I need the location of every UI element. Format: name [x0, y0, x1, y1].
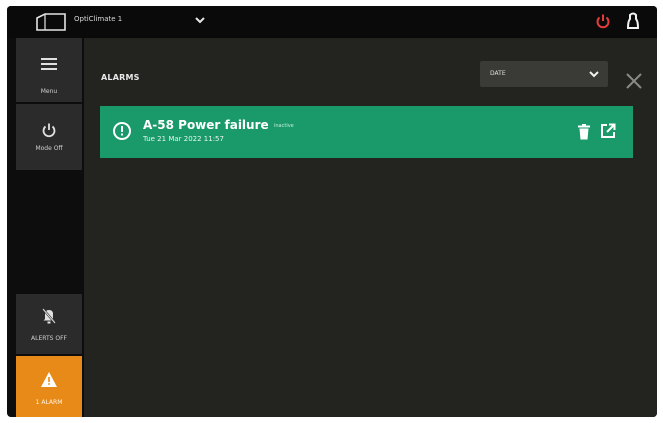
chevron-down-icon: [589, 71, 599, 78]
bell-off-icon: [42, 308, 56, 324]
hamburger-icon: [41, 58, 57, 70]
warning-icon: [41, 372, 57, 387]
alarm-button[interactable]: 1 ALARM: [16, 356, 82, 417]
open-external-icon[interactable]: [600, 123, 616, 139]
user-icon[interactable]: [626, 12, 640, 30]
sidebar: Menu Mode Off ALERTS OFF 1 ALARM: [16, 38, 82, 417]
alarm-label: 1 ALARM: [35, 399, 63, 406]
top-bar: OptiClimate 1: [7, 6, 657, 38]
alarm-list-item[interactable]: A-58 Power failure inactive Tue 21 Mar 2…: [100, 106, 633, 158]
device-screen: OptiClimate 1 Menu Mode Off ALERTS OFF 1…: [7, 6, 657, 417]
chevron-down-icon[interactable]: [194, 14, 206, 26]
alarm-title: A-58 Power failure: [143, 118, 269, 132]
mode-button[interactable]: Mode Off: [16, 104, 82, 170]
main-panel: ALARMS DATE A-58 Power failure inactive …: [84, 38, 657, 417]
alarm-status-tag: inactive: [274, 123, 294, 129]
trash-icon[interactable]: [578, 124, 590, 140]
menu-label: Menu: [40, 88, 58, 95]
alarm-date: Tue 21 Mar 2022 11:57: [143, 135, 224, 143]
alert-circle-icon: [113, 122, 131, 140]
page-title: ALARMS: [101, 73, 140, 82]
menu-button[interactable]: Menu: [16, 38, 82, 102]
home-icon[interactable]: [35, 12, 67, 32]
sort-select[interactable]: DATE: [480, 61, 608, 87]
power-icon[interactable]: [595, 13, 611, 29]
close-icon[interactable]: [624, 71, 644, 91]
device-name[interactable]: OptiClimate 1: [74, 15, 122, 23]
alerts-toggle-button[interactable]: ALERTS OFF: [16, 294, 82, 354]
alerts-label: ALERTS OFF: [31, 335, 67, 342]
sort-value: DATE: [490, 70, 506, 77]
mode-label: Mode Off: [35, 145, 63, 152]
power-icon: [42, 123, 56, 138]
